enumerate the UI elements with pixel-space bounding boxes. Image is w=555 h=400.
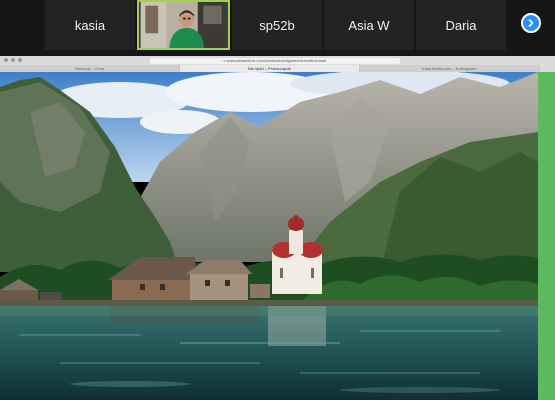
window-controls[interactable] (4, 58, 22, 62)
participant-name: kasia (74, 17, 106, 33)
participant-tile-asia-w[interactable]: Asia W (324, 0, 414, 50)
address-bar[interactable]: c.www.tatrascenic.com/photos/koenigssee/… (150, 58, 400, 64)
next-page-button[interactable] (521, 13, 541, 33)
lake-church-photo (0, 72, 538, 400)
participant-tile-daria[interactable]: Daria (416, 0, 506, 50)
participant-strip: kasia sp52b Asia W Daria (0, 0, 555, 56)
participant-tile-kasia[interactable]: kasia (45, 0, 135, 50)
chevron-right-icon (528, 19, 534, 27)
participant-name: sp52b (259, 17, 295, 33)
browser-tab-active[interactable]: Nie lipdd – Przesunięcie (180, 65, 360, 72)
browser-toolbar: c.www.tatrascenic.com/photos/koenigssee/… (0, 56, 555, 73)
participant-name: Daria (445, 17, 477, 33)
participant-tile-video[interactable] (137, 0, 230, 50)
participant-video (140, 2, 227, 48)
shared-screen: c.www.tatrascenic.com/photos/koenigssee/… (0, 56, 555, 400)
browser-tab[interactable]: Ilustracje – Góra (0, 65, 180, 72)
side-panel-edge (538, 72, 555, 400)
participant-tile-sp52b[interactable]: sp52b (232, 0, 322, 50)
participant-name: Asia W (348, 17, 390, 33)
browser-tabs: Ilustracje – Góra Nie lipdd – Przesunięc… (0, 65, 540, 72)
browser-tab[interactable]: trasy.fotolia.com – Koenigssee (360, 65, 540, 72)
